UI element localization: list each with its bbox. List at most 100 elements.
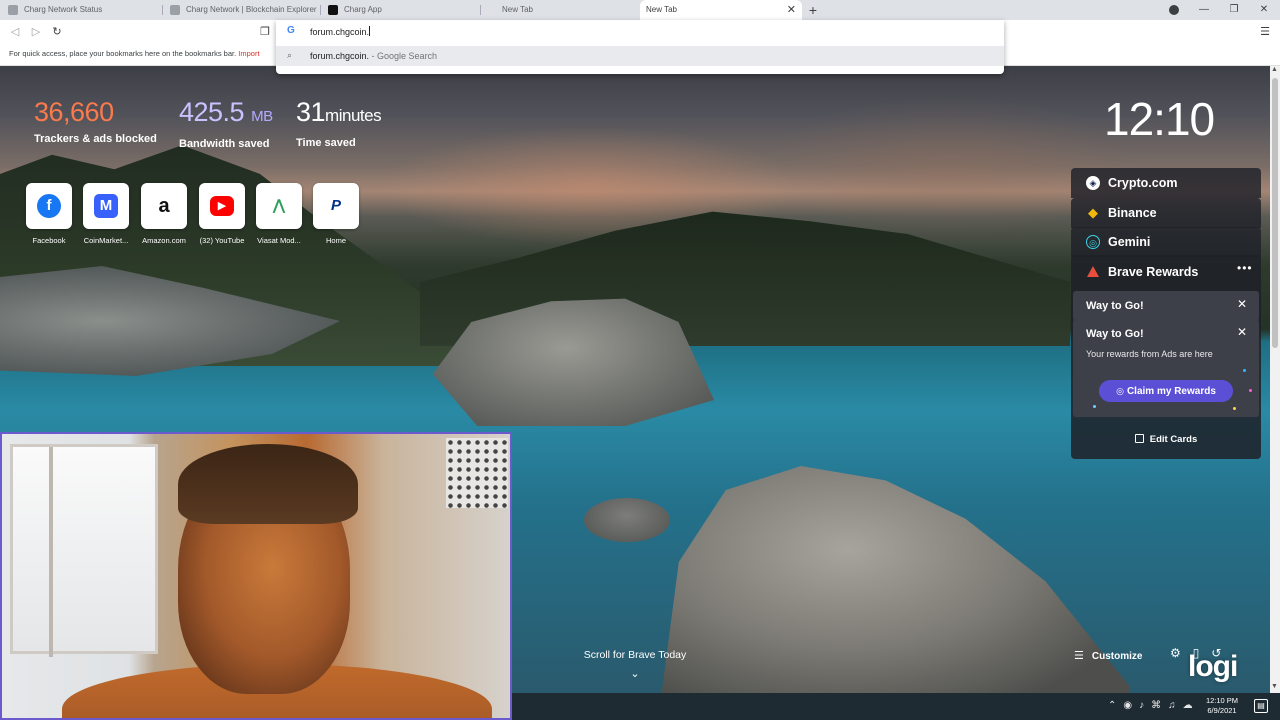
- tab-title: Charg Network Status: [24, 5, 103, 14]
- binance-label: Binance: [1108, 206, 1157, 220]
- facebook-icon: f: [37, 194, 61, 218]
- customize-button[interactable]: ☰ Customize: [1074, 649, 1142, 662]
- top-site-coinmarketcap[interactable]: M CoinMarket...: [83, 183, 129, 245]
- top-site-youtube[interactable]: ▶ (32) YouTube: [199, 183, 245, 245]
- notification-icon[interactable]: ▤: [1254, 699, 1268, 713]
- bandwidth-stat: 425.5 MB Bandwidth saved: [179, 96, 273, 150]
- volume-icon[interactable]: ♫: [1168, 700, 1176, 711]
- minimize-button[interactable]: —: [1190, 0, 1218, 20]
- new-tab-button[interactable]: +: [806, 0, 820, 20]
- network-icon[interactable]: ⌘: [1151, 700, 1161, 711]
- top-site-label: Home: [325, 236, 346, 245]
- page-scrollbar[interactable]: ▲ ▼: [1270, 66, 1280, 693]
- text-caret: [369, 26, 371, 36]
- edit-cards-label: Edit Cards: [1149, 434, 1198, 445]
- back-button[interactable]: ◁: [5, 22, 25, 42]
- settings-icon[interactable]: ⚙: [1170, 646, 1181, 660]
- tab-title: New Tab: [646, 5, 677, 14]
- maximize-button[interactable]: ❐: [1220, 0, 1248, 20]
- tab-new-tab[interactable]: New Tab: [480, 0, 640, 20]
- coin-icon: ◎: [1116, 386, 1124, 396]
- gemini-icon: ◎: [1086, 235, 1100, 249]
- brave-rewards-icon: [1087, 266, 1099, 277]
- close-tab-icon[interactable]: ✕: [787, 0, 796, 20]
- trackers-stat: 36,660 Trackers & ads blocked: [34, 96, 157, 145]
- more-options-icon[interactable]: •••: [1237, 261, 1253, 275]
- top-site-label: (32) YouTube: [199, 236, 245, 245]
- brave-rewards-card: Brave Rewards ••• Way to Go! ✕ Way to Go…: [1071, 255, 1261, 459]
- time-stat: 31minutes Time saved: [296, 96, 382, 149]
- tab-title: Charg Network | Blockchain Explorer: [186, 5, 317, 14]
- close-icon[interactable]: ✕: [1237, 325, 1247, 339]
- address-input[interactable]: forum.chgcoin.: [310, 27, 369, 37]
- top-site-label: CoinMarket...: [83, 236, 129, 245]
- logi-watermark: logi: [1188, 650, 1238, 683]
- edit-cards-icon: [1134, 434, 1144, 443]
- profile-icon[interactable]: [1169, 5, 1179, 15]
- import-bookmarks-link[interactable]: Import: [238, 49, 259, 58]
- security-icon[interactable]: ◉: [1123, 700, 1132, 711]
- forward-button[interactable]: ▷: [26, 22, 46, 42]
- address-bar[interactable]: G forum.chgcoin.: [276, 20, 1004, 44]
- suggestion-subtext: - Google Search: [369, 51, 438, 61]
- crypto-com-label: Crypto.com: [1108, 176, 1178, 190]
- close-window-button[interactable]: ✕: [1250, 0, 1278, 20]
- rewards-notice-expanded: Way to Go! ✕ Your rewards from Ads are h…: [1073, 319, 1259, 417]
- tab-charg-network-status[interactable]: Charg Network Status: [0, 0, 160, 20]
- trackers-label: Trackers & ads blocked: [34, 133, 157, 145]
- top-site-label: Viasat Mod...: [257, 236, 301, 245]
- microphone-icon[interactable]: ♪: [1139, 700, 1144, 711]
- scroll-down-icon[interactable]: ▼: [1271, 683, 1278, 690]
- top-site-facebook[interactable]: f Facebook: [26, 183, 72, 245]
- notice-title: Way to Go!: [1086, 328, 1144, 340]
- menu-button[interactable]: ☰: [1256, 22, 1274, 42]
- chevron-down-icon: ⌄: [630, 668, 640, 680]
- top-site-home[interactable]: P Home: [313, 183, 359, 245]
- chevron-up-icon[interactable]: ⌃: [1108, 700, 1116, 711]
- clock: 12:10: [1104, 93, 1215, 145]
- binance-card[interactable]: ◆ Binance: [1071, 198, 1261, 228]
- gemini-card[interactable]: ◎ Gemini: [1071, 227, 1261, 257]
- cloud-icon[interactable]: ☁: [1183, 700, 1193, 711]
- bookmark-icon[interactable]: ❐: [258, 25, 272, 39]
- tab-title: Charg App: [344, 5, 382, 14]
- top-site-label: Facebook: [32, 236, 66, 245]
- chart-icon: [170, 5, 180, 15]
- bandwidth-unit: MB: [251, 108, 273, 125]
- charg-app-icon: [328, 5, 338, 15]
- binance-icon: ◆: [1088, 205, 1098, 220]
- top-site-viasat[interactable]: ⋀ Viasat Mod...: [256, 183, 302, 245]
- claim-rewards-label: Claim my Rewards: [1126, 386, 1216, 397]
- customize-label: Customize: [1091, 651, 1143, 662]
- brave-rewards-header[interactable]: Brave Rewards •••: [1071, 255, 1261, 289]
- top-site-amazon[interactable]: a Amazon.com: [141, 183, 187, 245]
- trackers-count: 36,660: [34, 97, 114, 127]
- bandwidth-value: 425.5: [179, 97, 245, 127]
- claim-rewards-button[interactable]: ◎ Claim my Rewards: [1099, 380, 1233, 402]
- scroll-up-icon[interactable]: ▲: [1271, 66, 1278, 73]
- tab-charg-app[interactable]: Charg App: [320, 0, 480, 20]
- scrollbar-thumb[interactable]: [1272, 78, 1278, 348]
- edit-cards-button[interactable]: Edit Cards: [1071, 425, 1261, 455]
- youtube-icon: ▶: [210, 196, 234, 216]
- coinmarketcap-icon: M: [94, 194, 118, 218]
- rewards-notice: Way to Go! ✕: [1073, 291, 1259, 321]
- crypto-com-card[interactable]: ◈ Crypto.com: [1071, 168, 1261, 198]
- sliders-icon: ☰: [1074, 650, 1084, 662]
- taskbar-date: 6/9/2021: [1207, 706, 1237, 715]
- brave-rewards-label: Brave Rewards: [1108, 265, 1199, 279]
- close-icon[interactable]: ✕: [1237, 297, 1247, 311]
- scroll-brave-today[interactable]: Scroll for Brave Today ⌄: [560, 649, 710, 680]
- reload-button[interactable]: ↻: [47, 22, 67, 42]
- taskbar-clock[interactable]: 12:10 PM 6/9/2021: [1202, 696, 1242, 716]
- tab-blockchain-explorer[interactable]: Charg Network | Blockchain Explorer: [162, 0, 320, 20]
- top-site-label: Amazon.com: [142, 236, 186, 245]
- time-unit: minutes: [325, 106, 382, 125]
- tab-title: New Tab: [502, 5, 533, 14]
- tab-new-tab-active[interactable]: New Tab ✕: [640, 0, 802, 20]
- time-label: Time saved: [296, 137, 356, 149]
- tab-strip: Charg Network Status Charg Network | Blo…: [0, 0, 1280, 20]
- omnibox-suggestion[interactable]: ⌕ forum.chgcoin. - Google Search: [276, 46, 1004, 66]
- screen: Charg Network Status Charg Network | Blo…: [0, 0, 1280, 720]
- suggestion-text: forum.chgcoin.: [310, 51, 370, 61]
